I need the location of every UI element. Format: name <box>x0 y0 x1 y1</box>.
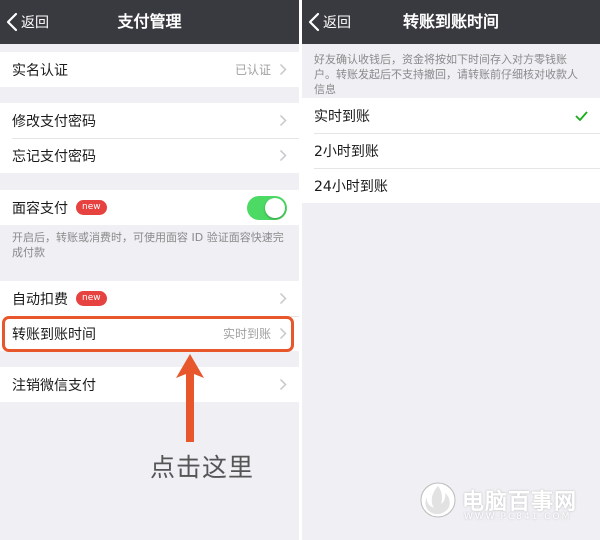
back-button[interactable]: 返回 <box>308 0 351 44</box>
transfer-time-value: 实时到账 <box>222 327 271 341</box>
face-pay-label: 面容支付 <box>12 200 68 217</box>
transfer-info-text: 好友确认收钱后，资金将按如下时间存入对方零钱账户。转账发起后不支持撤回，请转账前… <box>314 53 578 96</box>
back-label: 返回 <box>323 15 351 31</box>
annotation-text: 点击这里 <box>150 453 255 482</box>
toggle-knob <box>265 197 285 218</box>
new-badge: new <box>76 291 107 306</box>
face-pay-cell: 面容支付 new <box>0 190 299 225</box>
cancel-pay-label: 注销微信支付 <box>12 377 96 394</box>
cancel-pay-cell[interactable]: 注销微信支付 <box>0 367 299 402</box>
chevron-right-icon <box>279 378 287 391</box>
option-label: 24小时到账 <box>314 178 388 195</box>
back-button[interactable]: 返回 <box>6 0 49 44</box>
auto-deduct-label: 自动扣费 <box>12 291 68 308</box>
new-badge: new <box>76 200 107 215</box>
watermark: 电脑百事网 WWW.PC841.COM <box>418 476 600 532</box>
option-label: 实时到账 <box>314 108 370 125</box>
transfer-time-cell[interactable]: 转账到账时间 实时到账 <box>0 316 299 351</box>
navbar: 返回 转账到账时间 <box>302 0 600 44</box>
face-pay-hint: 开启后，转账或消费时，可使用面容 ID 验证面容快速完成付款 <box>12 231 284 259</box>
option-realtime[interactable]: 实时到账 <box>302 98 600 133</box>
back-label: 返回 <box>21 15 49 31</box>
real-name-cell[interactable]: 实名认证 已认证 <box>0 52 299 87</box>
real-name-group: 实名认证 已认证 <box>0 52 299 87</box>
chevron-right-icon <box>279 149 287 162</box>
auto-deduct-cell[interactable]: 自动扣费 new <box>0 281 299 316</box>
chevron-right-icon <box>279 292 287 305</box>
transfer-time-screen: 返回 转账到账时间 好友确认收钱后，资金将按如下时间存入对方零钱账户。转账发起后… <box>302 0 600 540</box>
site-logo-icon <box>420 482 456 518</box>
up-arrow-icon <box>176 354 204 442</box>
transfer-time-label: 转账到账时间 <box>12 326 96 343</box>
option-label: 2小时到账 <box>314 143 379 160</box>
auto-deduct-group: 自动扣费 new 转账到账时间 实时到账 <box>0 281 299 351</box>
real-name-status: 已认证 <box>234 63 271 77</box>
option-2-hours[interactable]: 2小时到账 <box>302 133 600 168</box>
option-24-hours[interactable]: 24小时到账 <box>302 168 600 203</box>
face-pay-toggle[interactable] <box>247 195 287 220</box>
payment-management-screen: 返回 支付管理 实名认证 已认证 修改支付密码 忘记支付密码 面容支付 new … <box>0 0 299 540</box>
change-password-label: 修改支付密码 <box>12 113 96 130</box>
watermark-url: WWW.PC841.COM <box>464 512 572 522</box>
cancel-pay-group: 注销微信支付 <box>0 367 299 402</box>
forgot-password-label: 忘记支付密码 <box>12 148 96 165</box>
real-name-label: 实名认证 <box>12 62 68 79</box>
chevron-right-icon <box>279 327 287 340</box>
transfer-options-group: 实时到账 2小时到账 24小时到账 <box>302 98 600 203</box>
chevron-left-icon <box>308 12 320 32</box>
chevron-left-icon <box>6 12 18 32</box>
chevron-right-icon <box>279 114 287 127</box>
checkmark-icon <box>575 110 588 121</box>
change-password-cell[interactable]: 修改支付密码 <box>0 103 299 138</box>
chevron-right-icon <box>279 63 287 76</box>
face-pay-group: 面容支付 new <box>0 190 299 225</box>
forgot-password-cell[interactable]: 忘记支付密码 <box>0 138 299 173</box>
password-group: 修改支付密码 忘记支付密码 <box>0 103 299 173</box>
navbar: 返回 支付管理 <box>0 0 299 44</box>
